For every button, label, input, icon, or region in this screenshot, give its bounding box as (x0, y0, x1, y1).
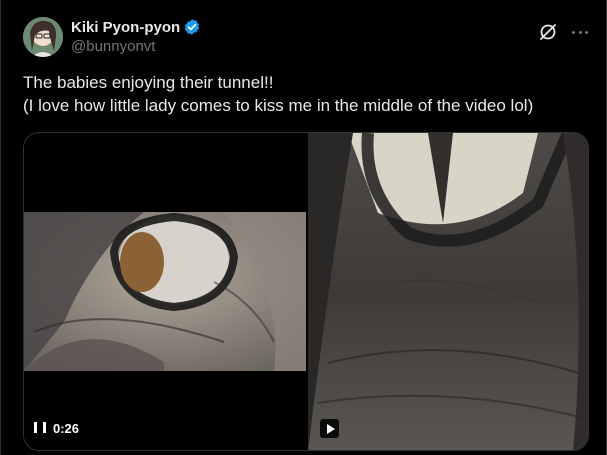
avatar[interactable] (23, 17, 63, 57)
video-2-frame (308, 133, 588, 450)
verified-badge-icon[interactable] (183, 18, 201, 36)
tweet-text-line: (I love how little lady comes to kiss me… (23, 96, 534, 115)
tweet-text-line: The babies enjoying their tunnel!! (23, 73, 274, 92)
pause-button[interactable]: 0:26 (34, 416, 79, 440)
video-elapsed-time: 0:26 (53, 420, 80, 436)
media-grid: 0:26 (23, 132, 589, 451)
play-icon (326, 423, 335, 434)
video-player-1[interactable]: 0:26 (24, 133, 306, 450)
pause-icon (34, 422, 46, 434)
tweet-container: Kiki Pyon-pyon @bunnyonvt The babies enj… (0, 0, 607, 455)
author-handle[interactable]: @bunnyonvt (71, 38, 201, 55)
tweet-text: The babies enjoying their tunnel!! (I lo… (23, 71, 593, 117)
play-button[interactable] (320, 419, 339, 438)
author-block: Kiki Pyon-pyon @bunnyonvt (71, 17, 201, 55)
grok-icon[interactable] (538, 22, 558, 42)
video-1-frame (24, 212, 306, 371)
display-name[interactable]: Kiki Pyon-pyon (71, 19, 180, 36)
video-player-2[interactable] (308, 133, 588, 450)
more-options-icon[interactable] (569, 22, 591, 42)
author-name-row: Kiki Pyon-pyon (71, 17, 201, 37)
